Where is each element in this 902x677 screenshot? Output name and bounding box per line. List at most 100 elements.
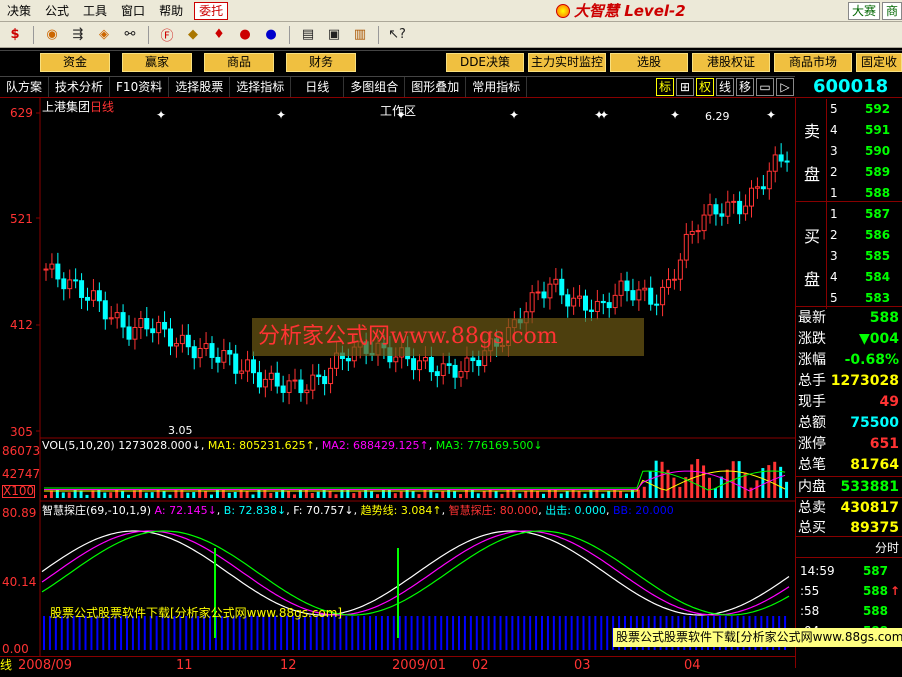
indicator-header: 智慧探庄(69,-10,1,9) A: 72.145↓, B: 72.838↓,… [42,504,674,517]
tab-overlay[interactable]: 图形叠加 [405,77,467,97]
help-cursor-icon[interactable]: ↖? [386,25,408,45]
stat-row: 总卖 430817 [796,497,902,518]
vol-name: VOL(5,10,20) [42,439,115,452]
stock-name: 上港集团 [42,100,91,114]
sell-row[interactable]: 4 591 [826,120,902,141]
stat-label: 涨停 [798,436,826,452]
tick-time: :55 [800,584,820,598]
books-icon[interactable]: ▥ [349,25,371,45]
window-icon[interactable]: ▭ [756,78,774,96]
tab-select-indicator[interactable]: 选择指标 [230,77,292,97]
red-disc-icon[interactable]: ● [234,25,256,45]
contest-button[interactable]: 大赛 [847,1,880,20]
stock-code: 600018 [795,76,902,98]
print-icon[interactable]: ▤ [297,25,319,45]
fixed-income-button[interactable]: 固定收 [856,53,902,72]
red-bag-icon[interactable]: ♦ [208,25,230,45]
stat-value: 651 [869,436,899,452]
tab-multi-chart[interactable]: 多图组合 [344,77,406,97]
svg-text:✦: ✦ [599,108,609,122]
tab-scheme[interactable]: 队方案 [0,77,50,97]
tick-row: :58 588 [795,602,902,620]
hk-warrant-button[interactable]: 港股权证 [692,53,770,72]
menu-window[interactable]: 窗口 [114,0,152,22]
tab-select-stock[interactable]: 选择股票 [169,77,231,97]
high-mark: 6.29 [705,110,730,123]
tab-f10[interactable]: F10资料 [110,77,170,97]
commodity-market-button[interactable]: 商品市场 [774,53,852,72]
brand-text: 大智慧 Level-2 [573,2,686,20]
tab-line[interactable]: 线 [716,78,734,96]
ind-zhuang: 智慧探庄: 80.000 [448,504,539,517]
low-mark: 3.05 [168,424,193,437]
stat-value: 81764 [850,457,899,473]
stat-value: -0.68% [844,352,899,368]
buy-row[interactable]: 3 585 [826,246,902,267]
stock-f-icon[interactable]: Ⓕ [156,25,178,45]
cycle-icon[interactable]: ◈ [93,25,115,45]
dollar-icon[interactable]: $ [4,25,26,45]
buy-row[interactable]: 2 586 [826,225,902,246]
tab-mark[interactable]: 标 [656,78,674,96]
stat-value: 588 [869,310,899,326]
sell-row[interactable]: 1 588 [826,183,902,204]
stat-row: 涨跌 ▼004 [796,329,902,350]
stat-value: 49 [879,394,899,410]
gold-icon[interactable]: ◆ [182,25,204,45]
brand-icon [555,3,570,18]
sell-row[interactable]: 2 589 [826,162,902,183]
sell-row[interactable]: 5 592 [826,99,902,120]
level2-icon[interactable]: ◉ [41,25,63,45]
tick-price: 588 [862,604,888,618]
menu-bar: 决策 公式 工具 窗口 帮助 委托 大智慧 Level-2 大赛 商 [0,0,902,22]
stat-row: 涨幅 -0.68% [796,350,902,371]
fenshi-header[interactable]: 分时 [796,536,902,558]
buy-row[interactable]: 5 583 [826,288,902,309]
date-tick: 04 [684,658,701,673]
ind-name: 智慧探庄(69,-10,1,9) [42,504,152,517]
fund-button[interactable]: 资金 [40,53,110,72]
commodity-button[interactable]: 商品 [204,53,274,72]
binoculars-icon[interactable]: ⚯ [119,25,141,45]
svg-text:✦: ✦ [766,108,776,122]
expand-icon[interactable]: ▷ [776,78,794,96]
dde-button[interactable]: DDE决策 [446,53,524,72]
date-tick: 2009/01 [392,658,447,673]
kline-chart[interactable]: ✦ ✦ ✦ ✦ ✦✦ ✦ ✦ [0,98,795,658]
monitor-button[interactable]: 主力实时监控 [528,53,606,72]
buy-book: 买盘 1 587 2 586 3 585 4 584 5 583 [796,203,902,309]
tab-rights[interactable]: 权 [696,78,714,96]
tab-daily[interactable]: 日线 [291,77,345,97]
brand-logo: 大智慧 Level-2 [555,0,846,21]
menu-formula[interactable]: 公式 [38,0,76,22]
stat-value: 533881 [840,479,899,495]
bottom-ad-banner[interactable]: 股票公式股票软件下载[分析家公式网www.88gs.com] [613,628,902,647]
crosshair-icon[interactable]: ⊞ [676,78,694,96]
svg-text:✦: ✦ [396,108,406,122]
inner-ad-text: 股票公式股票软件下载[分析家公式网www.88gs.com] [50,606,343,620]
sell-row[interactable]: 3 590 [826,141,902,162]
finance-button[interactable]: 财务 [286,53,356,72]
weituo-button[interactable]: 委托 [194,1,229,20]
stat-label: 总手 [798,373,826,389]
buy-row[interactable]: 1 587 [826,204,902,225]
winner-button[interactable]: 赢家 [122,53,192,72]
stock-select-button[interactable]: 选股 [610,53,688,72]
mall-button[interactable]: 商 [881,1,902,20]
tab-common-indicators[interactable]: 常用指标 [466,77,528,97]
ind-tick: 0.00 [2,642,29,656]
speed-icon[interactable]: ⇶ [67,25,89,45]
window-icon[interactable]: ▣ [323,25,345,45]
tab-tech-analysis[interactable]: 技术分析 [49,77,111,97]
date-tick: 12 [280,658,297,673]
stat-label: 总笔 [798,457,826,473]
buy-row[interactable]: 4 584 [826,267,902,288]
menu-help[interactable]: 帮助 [152,0,190,22]
menu-decision[interactable]: 决策 [0,0,38,22]
tick-dir: ↑ [889,584,900,598]
tab-move[interactable]: 移 [736,78,754,96]
blue-disc-icon[interactable]: ● [260,25,282,45]
menu-tools[interactable]: 工具 [76,0,114,22]
ind-out: 出击: 0.000 [545,504,606,517]
price-tick: 629 [10,106,33,120]
